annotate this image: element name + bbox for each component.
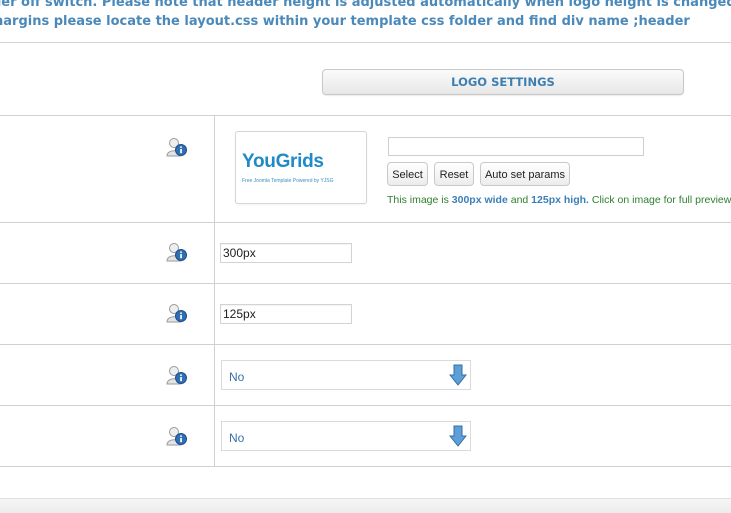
logo-width-input[interactable] (220, 243, 352, 263)
down-arrow-icon (449, 425, 467, 447)
row-divider (0, 115, 731, 116)
row-divider (0, 222, 731, 223)
logo-settings-button[interactable]: LOGO SETTINGS (322, 69, 684, 95)
hint-middle: and (507, 194, 532, 206)
row-divider (0, 466, 731, 467)
option-select-1[interactable]: No (221, 360, 471, 390)
header-notice: der off switch. Please note that header … (0, 0, 731, 43)
user-info-icon[interactable] (166, 303, 188, 323)
select-button[interactable]: Select (387, 162, 428, 186)
logo-height-input[interactable] (220, 304, 352, 324)
hint-height: 125px high. (531, 194, 589, 206)
column-divider (214, 115, 215, 467)
logo-preview[interactable]: YouGrids Free Joomla Template Powered by… (235, 131, 367, 204)
row-divider (0, 405, 731, 406)
image-size-hint: This image is 300px wide and 125px high.… (387, 194, 731, 206)
logo-path-input[interactable] (388, 137, 644, 156)
logo-brand-text: YouGrids (242, 151, 324, 172)
bottom-bar (0, 498, 731, 513)
user-info-icon[interactable] (166, 426, 188, 446)
hint-prefix: This image is (387, 194, 452, 206)
row-divider (0, 283, 731, 284)
user-info-icon[interactable] (166, 137, 188, 157)
select-value: No (229, 370, 245, 384)
hint-suffix: Click on image for full preview (588, 194, 731, 206)
auto-set-params-button[interactable]: Auto set params (480, 162, 570, 186)
select-value: No (229, 431, 245, 445)
reset-button[interactable]: Reset (434, 162, 474, 186)
row-divider (0, 344, 731, 345)
notice-line-2: nargins please locate the layout.css wit… (0, 14, 690, 29)
notice-line-1: der off switch. Please note that header … (0, 0, 731, 10)
down-arrow-icon (449, 364, 467, 386)
hint-width: 300px wide (451, 194, 508, 206)
user-info-icon[interactable] (166, 242, 188, 262)
logo-tagline: Free Joomla Template Powered by YJSG (242, 178, 334, 184)
option-select-2[interactable]: No (221, 421, 471, 451)
user-info-icon[interactable] (166, 365, 188, 385)
